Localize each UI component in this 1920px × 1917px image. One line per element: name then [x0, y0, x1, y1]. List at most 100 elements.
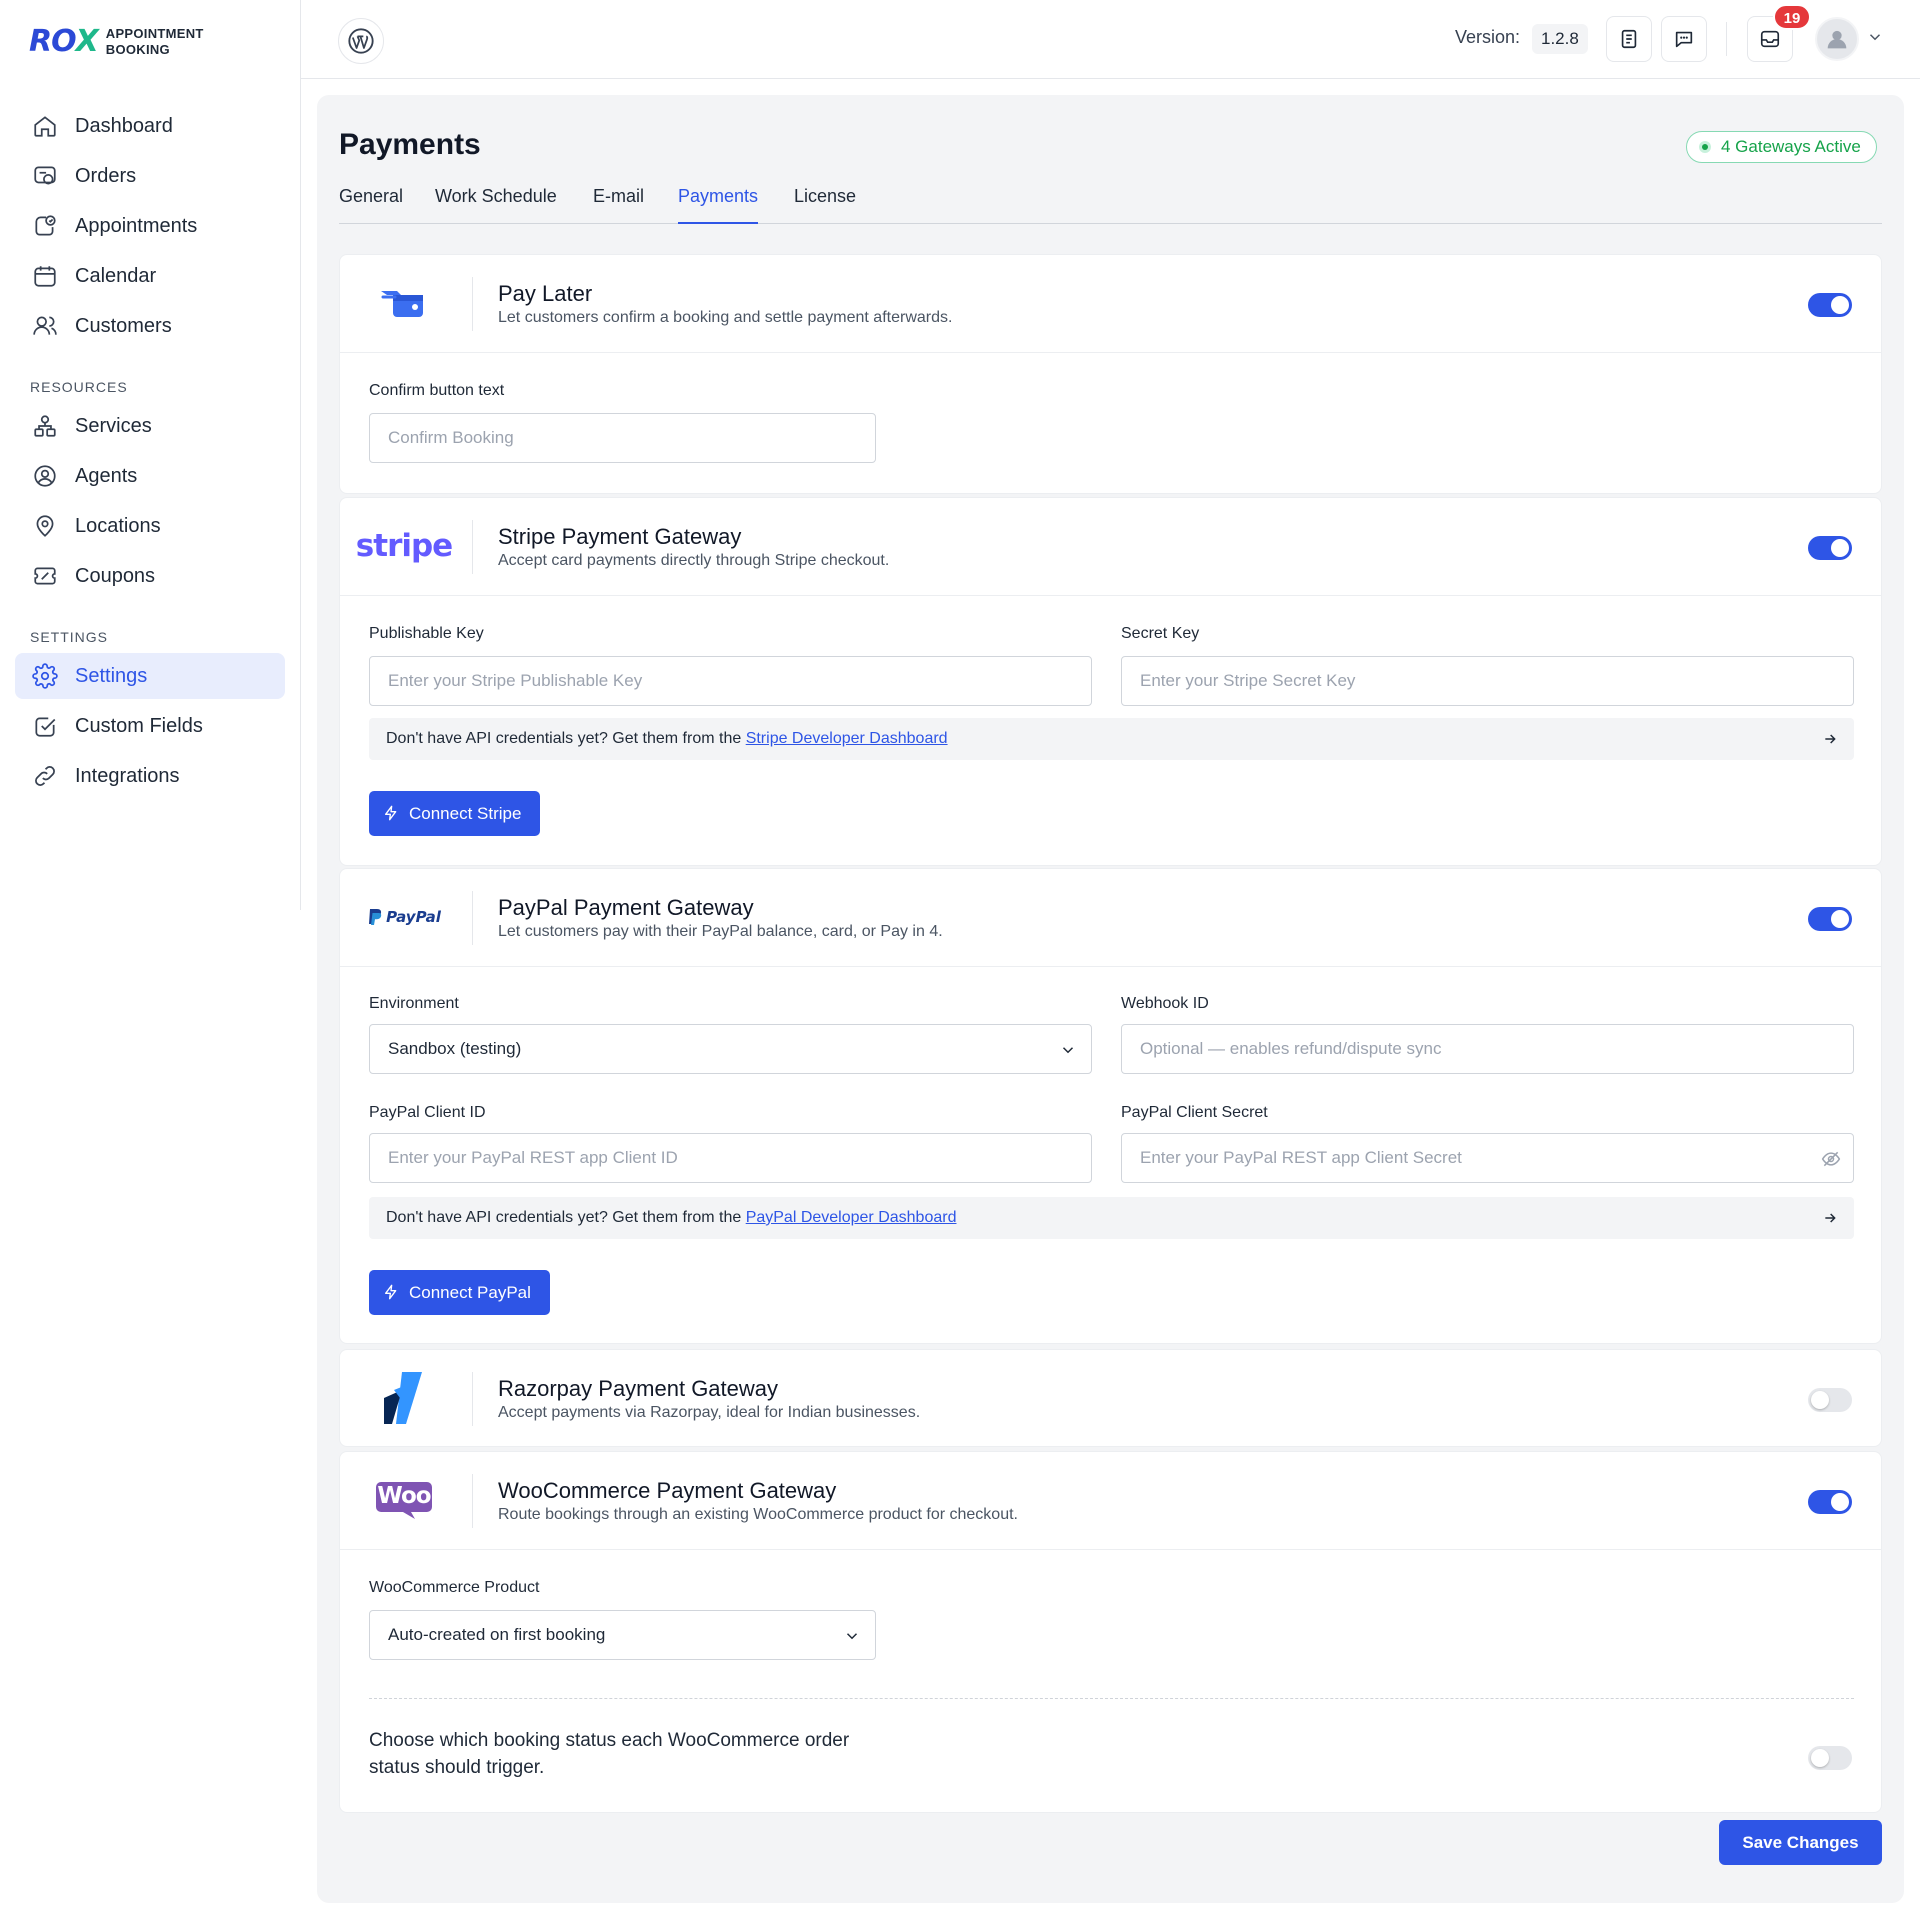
paypal-description: Let customers pay with their PayPal bala…	[498, 923, 943, 940]
tab-email[interactable]: E-mail	[593, 186, 644, 224]
pay-later-logo	[364, 273, 444, 333]
section-divider	[369, 1698, 1854, 1699]
chevron-down-icon[interactable]	[1866, 28, 1884, 46]
bolt-icon	[385, 805, 397, 821]
connect-paypal-button[interactable]: Connect PayPal	[369, 1270, 550, 1315]
sidebar-item-label: Services	[75, 414, 152, 437]
sidebar-item-orders[interactable]: Orders	[15, 153, 285, 199]
sidebar-divider	[300, 0, 301, 910]
resources-heading: RESOURCES	[30, 379, 128, 395]
sidebar-nav: Dashboard Orders Appointments Calendar C…	[15, 103, 285, 803]
arrow-right-icon[interactable]	[1822, 731, 1838, 747]
appointments-icon	[31, 212, 59, 240]
paypal-dashboard-link[interactable]: PayPal Developer Dashboard	[746, 1209, 957, 1226]
paypal-title: PayPal Payment Gateway	[498, 895, 754, 920]
stripe-dashboard-link[interactable]: Stripe Developer Dashboard	[746, 730, 948, 747]
sidebar: ROX APPOINTMENT BOOKING Dashboard Orders…	[0, 0, 301, 1917]
paypal-toggle[interactable]	[1808, 907, 1852, 931]
stripe-title: Stripe Payment Gateway	[498, 524, 742, 549]
logo-separator	[472, 1474, 473, 1528]
topbar-divider	[1726, 22, 1727, 56]
sidebar-item-dashboard[interactable]: Dashboard	[15, 103, 285, 149]
sidebar-item-label: Orders	[75, 164, 137, 187]
confirm-text-label: Confirm button text	[369, 382, 505, 399]
status-dot-icon	[1699, 141, 1711, 153]
save-changes-button[interactable]: Save Changes	[1719, 1820, 1882, 1865]
razorpay-toggle[interactable]	[1808, 1388, 1852, 1412]
woocommerce-description: Route bookings through an existing WooCo…	[498, 1506, 1018, 1523]
checkbox-icon	[31, 712, 59, 740]
sidebar-item-calendar[interactable]: Calendar	[15, 253, 285, 299]
razorpay-header: Razorpay Payment Gateway Accept payments…	[340, 1350, 1881, 1448]
pay-later-header: Pay Later Let customers confirm a bookin…	[340, 255, 1881, 353]
woocommerce-card: Woo WooCommerce Payment Gateway Route bo…	[339, 1451, 1882, 1813]
paypal-credentials-hint: Don't have API credentials yet? Get them…	[369, 1197, 1854, 1239]
sidebar-item-services[interactable]: Services	[15, 403, 285, 449]
logo-separator	[472, 1372, 473, 1426]
version-value: 1.2.8	[1532, 24, 1588, 54]
connect-stripe-button[interactable]: Connect Stripe	[369, 791, 541, 836]
stripe-description: Accept card payments directly through St…	[498, 552, 890, 569]
sidebar-item-settings[interactable]: Settings	[15, 653, 285, 699]
chevron-down-icon	[1062, 1047, 1074, 1054]
home-icon	[31, 112, 59, 140]
stripe-credentials-hint: Don't have API credentials yet? Get them…	[369, 718, 1854, 760]
pay-later-title: Pay Later	[498, 281, 593, 306]
logo-mark: ROX	[29, 24, 99, 59]
coupon-icon	[31, 562, 59, 590]
orders-icon	[31, 162, 59, 190]
woocommerce-product-label: WooCommerce Product	[369, 1579, 540, 1596]
sidebar-item-agents[interactable]: Agents	[15, 453, 285, 499]
logo-separator	[472, 891, 473, 945]
razorpay-icon	[384, 1372, 422, 1424]
sidebar-item-locations[interactable]: Locations	[15, 503, 285, 549]
woocommerce-product-select[interactable]: Auto-created on first booking	[369, 1610, 876, 1660]
sidebar-item-appointments[interactable]: Appointments	[15, 203, 285, 249]
tab-license[interactable]: License	[794, 186, 856, 224]
confirm-text-input[interactable]: Confirm Booking	[369, 413, 876, 463]
woocommerce-toggle[interactable]	[1808, 1490, 1852, 1514]
client-secret-label: PayPal Client Secret	[1121, 1104, 1268, 1121]
stripe-toggle[interactable]	[1808, 536, 1852, 560]
tab-payments[interactable]: Payments	[678, 186, 759, 224]
environment-select[interactable]: Sandbox (testing)	[369, 1024, 1092, 1074]
pay-later-toggle[interactable]	[1808, 293, 1852, 317]
sidebar-item-integrations[interactable]: Integrations	[15, 753, 285, 799]
tab-general[interactable]: General	[339, 186, 403, 224]
status-mapping-toggle[interactable]	[1808, 1746, 1852, 1770]
publishable-key-input[interactable]: Enter your Stripe Publishable Key	[369, 656, 1092, 706]
document-icon	[1621, 29, 1637, 49]
docs-button[interactable]	[1606, 16, 1652, 62]
secret-key-input[interactable]: Enter your Stripe Secret Key	[1121, 656, 1854, 706]
paypal-header: PayPal PayPal Payment Gateway Let custom…	[340, 869, 1881, 967]
wordpress-button[interactable]	[338, 18, 384, 64]
stripe-header: stripe Stripe Payment Gateway Accept car…	[340, 498, 1881, 596]
brand-logo[interactable]: ROX APPOINTMENT BOOKING	[29, 24, 204, 59]
eye-off-icon[interactable]	[1821, 1149, 1841, 1169]
secret-key-label: Secret Key	[1121, 625, 1200, 642]
tab-work-schedule[interactable]: Work Schedule	[435, 186, 557, 224]
client-id-input[interactable]: Enter your PayPal REST app Client ID	[369, 1133, 1092, 1183]
sidebar-item-customers[interactable]: Customers	[15, 303, 285, 349]
logo-text: APPOINTMENT BOOKING	[105, 25, 204, 57]
settings-heading: SETTINGS	[30, 629, 109, 645]
stripe-logo: stripe	[355, 528, 453, 564]
woocommerce-logo: Woo	[364, 1470, 444, 1530]
client-id-label: PayPal Client ID	[369, 1104, 486, 1121]
razorpay-logo	[364, 1368, 444, 1428]
support-chat-button[interactable]	[1661, 16, 1707, 62]
sidebar-item-label: Calendar	[75, 264, 157, 287]
sidebar-item-coupons[interactable]: Coupons	[15, 553, 285, 599]
sidebar-item-label: Appointments	[75, 214, 198, 237]
sidebar-item-label: Customers	[75, 314, 172, 337]
client-secret-input[interactable]: Enter your PayPal REST app Client Secret	[1121, 1133, 1854, 1183]
arrow-right-icon[interactable]	[1822, 1210, 1838, 1226]
sidebar-item-custom-fields[interactable]: Custom Fields	[15, 703, 285, 749]
chevron-down-icon	[846, 1633, 858, 1640]
sidebar-item-label: Locations	[75, 514, 161, 537]
inbox-icon	[1760, 30, 1780, 48]
settings-tabs: General Work Schedule E-mail Payments Li…	[339, 184, 1882, 224]
avatar[interactable]	[1815, 17, 1859, 61]
bolt-icon	[385, 1284, 397, 1300]
webhook-id-input[interactable]: Optional — enables refund/dispute sync	[1121, 1024, 1854, 1074]
